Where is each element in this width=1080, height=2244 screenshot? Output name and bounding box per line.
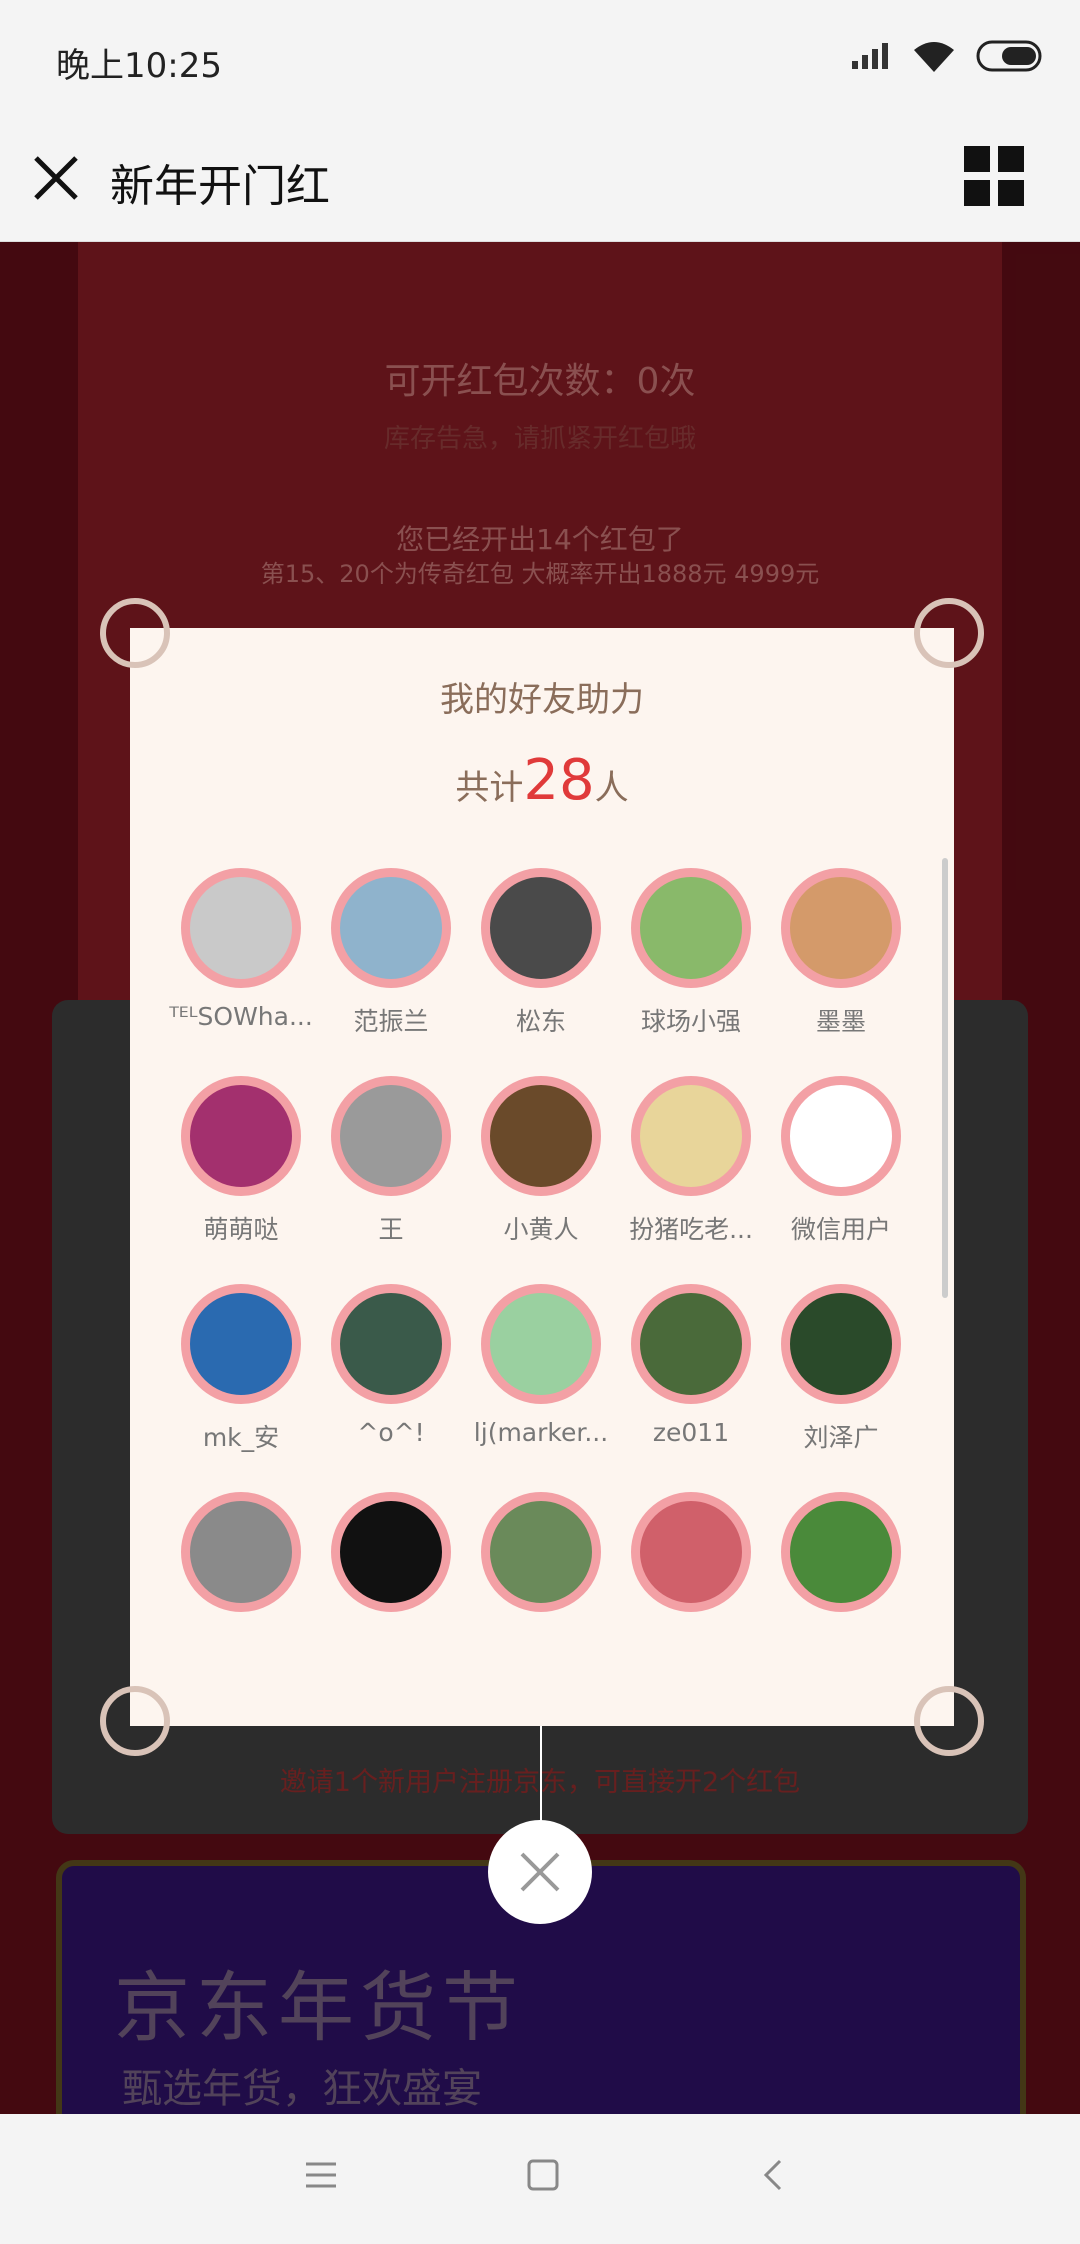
friend-item[interactable] [766, 1492, 916, 1626]
friend-name: 墨墨 [815, 1007, 866, 1036]
signal-icon [852, 43, 888, 69]
avatar [481, 1492, 601, 1612]
home-icon[interactable] [526, 2158, 560, 2192]
avatar [181, 1492, 301, 1612]
close-icon [520, 1852, 560, 1892]
grid-menu-icon[interactable] [964, 146, 1024, 206]
corner-ornament [914, 598, 984, 668]
friend-item[interactable] [316, 1492, 466, 1626]
avatar [181, 868, 301, 988]
status-time: 晚上10:25 [56, 46, 222, 86]
friend-item[interactable]: 小黄人 [466, 1076, 616, 1246]
avatar [331, 1284, 451, 1404]
avatar [331, 1076, 451, 1196]
friend-name: mk_安 [202, 1423, 280, 1452]
friend-name: 小黄人 [503, 1215, 579, 1244]
scrollbar[interactable] [942, 858, 948, 1298]
avatar [631, 1076, 751, 1196]
friend-item[interactable]: 墨墨 [766, 868, 916, 1038]
friend-name: 萌萌哒 [203, 1215, 279, 1244]
back-icon[interactable] [756, 2158, 790, 2192]
friend-item[interactable]: 刘泽广 [766, 1284, 916, 1454]
nav-bar: 新年开门红 [0, 118, 1080, 242]
avatar [181, 1284, 301, 1404]
friend-item[interactable]: 王 [316, 1076, 466, 1246]
friend-list: ᵀᴱᴸSOWha... 范振兰 松东 球场小强 墨墨萌萌哒 王 小黄人 扮猪吃老... 微信用户… [166, 868, 916, 1626]
friend-name: ᵀᴱᴸSOWha... [169, 1002, 313, 1031]
close-line [540, 1726, 542, 1822]
friends-modal: 我的好友助力 共计28人 ᵀᴱᴸSOWha... 范振兰 松东 球场小强 墨墨萌萌哒 王 小… [100, 598, 984, 1756]
friend-name: 扮猪吃老... [629, 1215, 753, 1244]
friend-item[interactable]: 球场小强 [616, 868, 766, 1038]
corner-ornament [914, 1686, 984, 1756]
friend-item[interactable]: 范振兰 [316, 868, 466, 1038]
avatar [631, 868, 751, 988]
friend-item[interactable]: ze011 [616, 1284, 766, 1454]
corner-ornament [100, 598, 170, 668]
battery-icon [976, 40, 1042, 72]
wifi-icon [914, 42, 954, 72]
close-icon[interactable] [28, 150, 84, 206]
friend-item[interactable]: 微信用户 [766, 1076, 916, 1246]
avatar [781, 868, 901, 988]
friend-item[interactable]: ᵀᴱᴸSOWha... [166, 868, 316, 1038]
page-title: 新年开门红 [110, 161, 330, 212]
friend-item[interactable]: lj(marker... [466, 1284, 616, 1454]
system-nav-bar [0, 2114, 1080, 2244]
avatar [781, 1284, 901, 1404]
avatar [781, 1076, 901, 1196]
avatar [781, 1492, 901, 1612]
friend-name: 球场小强 [640, 1007, 741, 1036]
friend-item[interactable] [166, 1492, 316, 1626]
friend-item[interactable] [466, 1492, 616, 1626]
friend-item[interactable]: 扮猪吃老... [616, 1076, 766, 1246]
avatar [481, 1284, 601, 1404]
friend-name: 松东 [515, 1007, 566, 1036]
friend-name: ^o^! [357, 1418, 425, 1447]
friend-name: ze011 [652, 1418, 730, 1447]
friend-name: 微信用户 [790, 1215, 891, 1244]
friend-item[interactable]: mk_安 [166, 1284, 316, 1454]
modal-close-button[interactable] [488, 1820, 592, 1924]
corner-ornament [100, 1686, 170, 1756]
friend-name: 刘泽广 [803, 1423, 879, 1452]
avatar [331, 868, 451, 988]
avatar [481, 1076, 601, 1196]
friend-name: 范振兰 [353, 1007, 429, 1036]
friend-item[interactable] [616, 1492, 766, 1626]
avatar [631, 1284, 751, 1404]
friend-item[interactable]: ^o^! [316, 1284, 466, 1454]
avatar [481, 868, 601, 988]
friend-item[interactable]: 松东 [466, 868, 616, 1038]
menu-icon[interactable] [304, 2158, 338, 2192]
avatar [631, 1492, 751, 1612]
modal-title: 我的好友助力 [440, 680, 644, 720]
friend-count: 共计28人 [455, 748, 629, 813]
avatar [331, 1492, 451, 1612]
status-bar: 晚上10:25 [0, 0, 1080, 118]
avatar [181, 1076, 301, 1196]
friend-item[interactable]: 萌萌哒 [166, 1076, 316, 1246]
friend-name: lj(marker... [473, 1418, 609, 1447]
friend-name: 王 [378, 1215, 404, 1244]
status-icons [852, 40, 1044, 72]
